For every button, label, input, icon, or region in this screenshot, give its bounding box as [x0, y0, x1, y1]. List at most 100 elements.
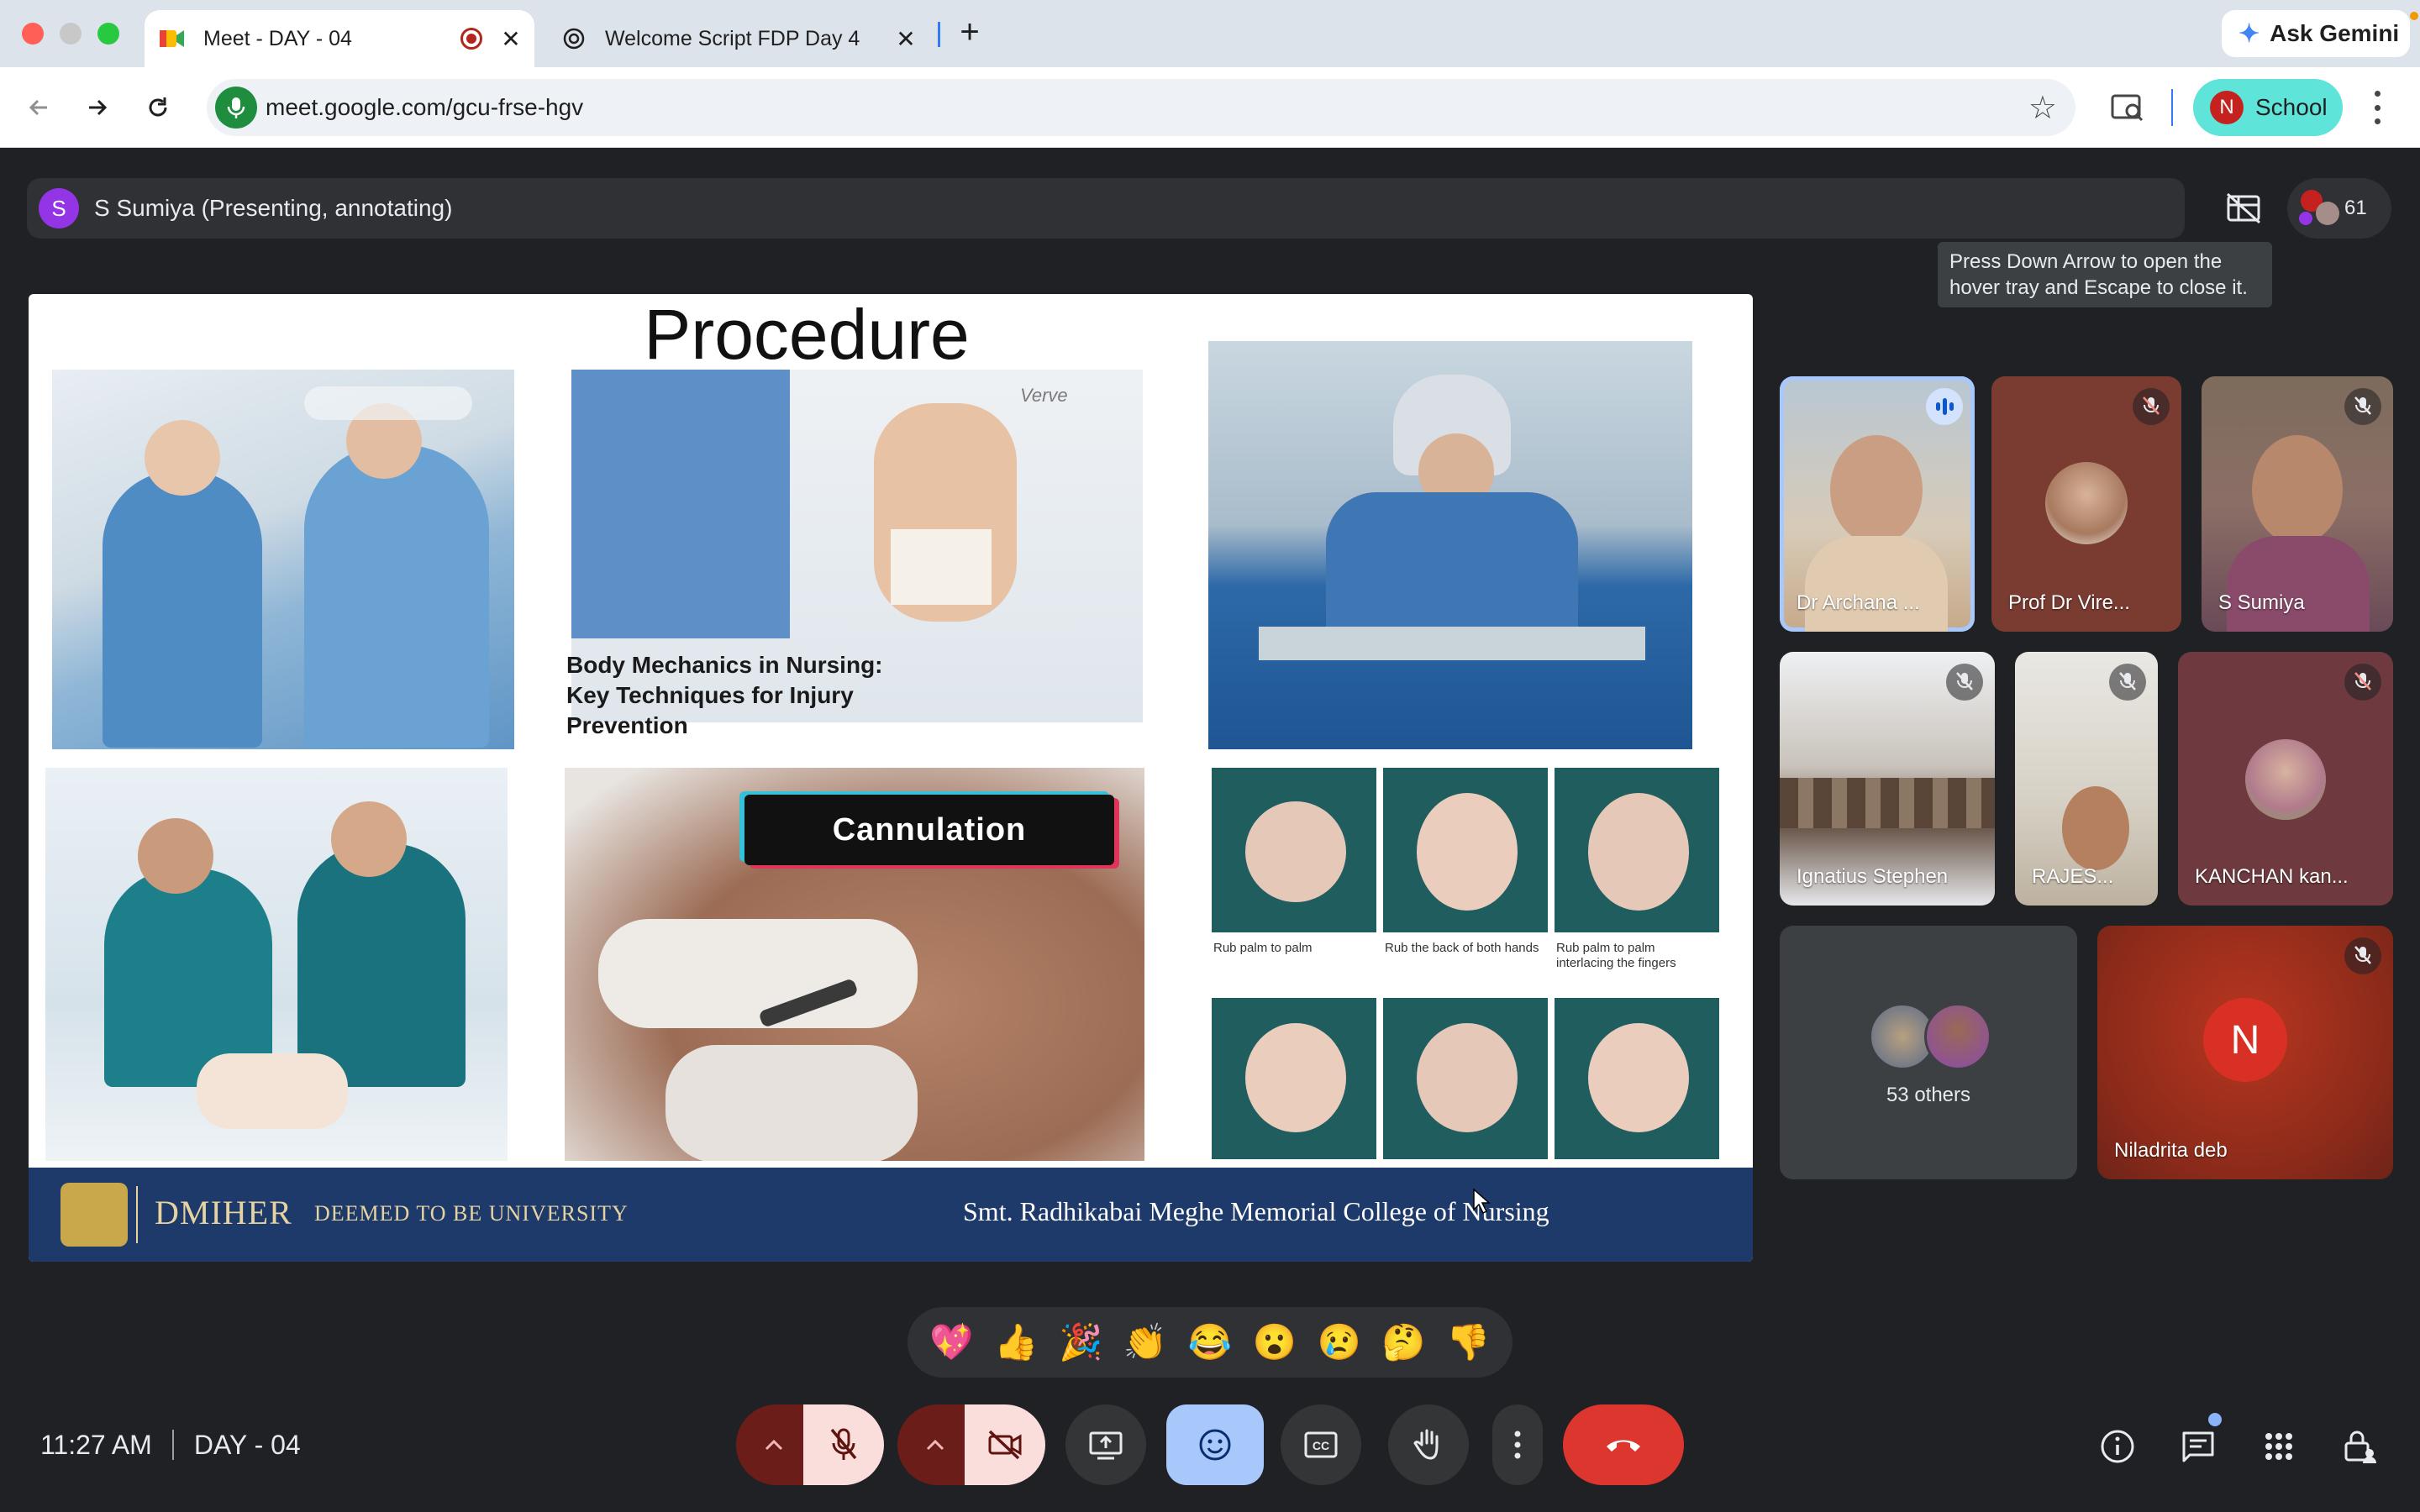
- browser-toolbar: meet.google.com/gcu-frse-hgv ☆ N School: [0, 67, 2420, 148]
- reaction-surprised-button[interactable]: 😮: [1247, 1315, 1302, 1370]
- svg-text:CC: CC: [1313, 1439, 1329, 1452]
- forward-button[interactable]: [77, 87, 118, 128]
- participant-tile[interactable]: Ignatius Stephen: [1780, 652, 1995, 906]
- others-tile[interactable]: 53 others: [1780, 926, 2077, 1179]
- tab-title: Welcome Script FDP Day 4: [605, 26, 860, 50]
- reaction-thinking-button[interactable]: 🤔: [1376, 1315, 1432, 1370]
- profile-label: School: [2255, 94, 2328, 120]
- cannulation-label: Cannulation: [744, 795, 1114, 865]
- meeting-info: 11:27 AM DAY - 04: [40, 1428, 301, 1462]
- present-screen-icon: [1089, 1431, 1123, 1460]
- more-options-button[interactable]: [1492, 1404, 1543, 1485]
- tab-close-icon[interactable]: ✕: [497, 25, 524, 52]
- profile-button[interactable]: N School: [2193, 79, 2343, 136]
- window-close-button[interactable]: [22, 23, 44, 45]
- info-icon: [2101, 1430, 2134, 1463]
- participant-video: [1780, 778, 1995, 828]
- footer-deemed: DEEMED TO BE UNIVERSITY: [314, 1201, 629, 1226]
- reaction-party-button[interactable]: 🎉: [1053, 1315, 1108, 1370]
- bookmark-star-icon[interactable]: ☆: [2028, 89, 2057, 127]
- hover-tray-tooltip: Press Down Arrow to open the hover tray …: [1938, 242, 2272, 307]
- participant-tile[interactable]: Prof Dr Vire...: [1991, 376, 2181, 632]
- raise-hand-button[interactable]: [1388, 1404, 1469, 1485]
- footer-brand: DMIHER: [155, 1194, 292, 1231]
- chrome-menu-icon[interactable]: [2371, 91, 2383, 124]
- reaction-thumbs-down-button[interactable]: 👎: [1440, 1315, 1496, 1370]
- meeting-details-button[interactable]: [2096, 1425, 2139, 1468]
- participant-video: [1805, 536, 1948, 632]
- chat-unread-dot: [2208, 1413, 2222, 1426]
- participant-avatar: [1924, 1003, 1991, 1070]
- presenter-label: S Sumiya (Presenting, annotating): [94, 195, 453, 221]
- hang-up-icon: [1607, 1440, 1640, 1452]
- participant-tile[interactable]: N Niladrita deb: [2097, 926, 2393, 1179]
- participant-avatar: [2245, 739, 2326, 820]
- slide-photo-simulation: [45, 768, 508, 1161]
- window-minimize-button[interactable]: [60, 23, 82, 45]
- participant-name: RAJES...: [2032, 865, 2114, 888]
- raise-hand-icon: [1413, 1429, 1439, 1460]
- host-controls-button[interactable]: [2338, 1425, 2381, 1468]
- mic-off-icon: [2344, 937, 2381, 974]
- mic-off-icon: [2133, 388, 2170, 425]
- new-tab-button[interactable]: +: [953, 15, 986, 50]
- activities-button[interactable]: [2257, 1425, 2301, 1468]
- people-button[interactable]: 61: [2287, 178, 2391, 239]
- present-screen-button[interactable]: [1065, 1404, 1146, 1485]
- camera-toggle-button[interactable]: [965, 1404, 1045, 1485]
- more-vert-icon: [1514, 1431, 1521, 1459]
- back-button[interactable]: [18, 87, 59, 128]
- slide-footer: DMIHER DEEMED TO BE UNIVERSITY Smt. Radh…: [29, 1168, 1753, 1262]
- url-text: meet.google.com/gcu-frse-hgv: [266, 94, 584, 120]
- microphone-active-icon[interactable]: [215, 87, 257, 129]
- reaction-sad-button[interactable]: 😢: [1312, 1315, 1367, 1370]
- window-zoom-button[interactable]: [97, 23, 119, 45]
- chat-icon: [2182, 1431, 2214, 1462]
- reaction-heart-button[interactable]: 💖: [923, 1315, 979, 1370]
- tab-welcome-script[interactable]: Welcome Script FDP Day 4 ✕: [546, 10, 929, 67]
- tab-close-icon[interactable]: ✕: [892, 25, 919, 52]
- participant-tile[interactable]: KANCHAN kan...: [2178, 652, 2393, 906]
- participant-name: S Sumiya: [2218, 591, 2305, 614]
- participant-video: [2062, 786, 2129, 870]
- chatgpt-favicon-icon: [561, 26, 587, 51]
- recording-indicator-icon: [460, 28, 482, 50]
- closed-captions-icon: CC: [1304, 1431, 1338, 1458]
- chat-button[interactable]: [2176, 1425, 2220, 1468]
- mic-off-icon: [2344, 664, 2381, 701]
- reaction-laugh-button[interactable]: 😂: [1182, 1315, 1238, 1370]
- participant-name: Niladrita deb: [2114, 1139, 2228, 1162]
- participant-name: Prof Dr Vire...: [2008, 591, 2130, 614]
- mouse-cursor-icon: [1472, 1188, 1491, 1219]
- ask-gemini-label: Ask Gemini: [2270, 20, 2400, 46]
- participant-tile[interactable]: Dr Archana ...: [1780, 376, 1975, 632]
- reactions-bar: 💖 👍 🎉 👏 😂 😮 😢 🤔 👎: [908, 1307, 1512, 1378]
- reaction-clap-button[interactable]: 👏: [1118, 1315, 1173, 1370]
- reaction-thumbs-up-button[interactable]: 👍: [988, 1315, 1044, 1370]
- meet-favicon-icon: [160, 26, 185, 51]
- captions-button[interactable]: CC: [1281, 1404, 1361, 1485]
- slide-caption: Body Mechanics in Nursing: Key Technique…: [566, 652, 883, 738]
- presenter-avatar: S: [39, 188, 79, 228]
- participant-count: 61: [2344, 197, 2367, 219]
- audio-options-caret-icon[interactable]: [736, 1404, 812, 1485]
- participant-video: [2227, 536, 2370, 632]
- participant-tile[interactable]: RAJES...: [2015, 652, 2158, 906]
- video-options-caret-icon[interactable]: [897, 1404, 973, 1485]
- ask-gemini-button[interactable]: ✦ Ask Gemini: [2222, 10, 2410, 57]
- leave-call-button[interactable]: [1563, 1404, 1684, 1485]
- reactions-button[interactable]: [1166, 1404, 1264, 1485]
- microphone-toggle-button[interactable]: [803, 1404, 884, 1485]
- toolbar-separator: [2171, 89, 2173, 126]
- reload-button[interactable]: [138, 87, 178, 128]
- others-count: 53 others: [1886, 1084, 1971, 1106]
- hide-tiles-icon[interactable]: [2213, 178, 2274, 239]
- mic-off-icon: [2344, 388, 2381, 425]
- cast-search-icon[interactable]: [2107, 87, 2148, 128]
- participant-tile[interactable]: S Sumiya: [2202, 376, 2393, 632]
- participant-video: [1830, 435, 1923, 544]
- mic-off-icon: [830, 1428, 857, 1460]
- notification-dot: [2410, 12, 2418, 20]
- address-bar[interactable]: meet.google.com/gcu-frse-hgv ☆: [207, 79, 2075, 136]
- tab-meet[interactable]: Meet - DAY - 04 ✕: [145, 10, 534, 67]
